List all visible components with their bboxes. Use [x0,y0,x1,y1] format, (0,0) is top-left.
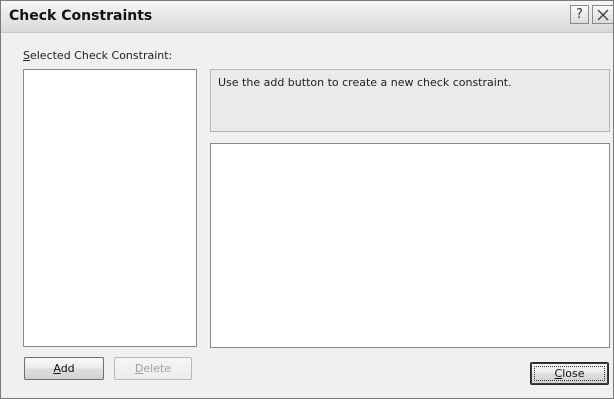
close-icon [597,9,609,21]
add-button[interactable]: Add [24,357,104,380]
label-text: elected Check Constraint: [29,49,173,62]
check-constraint-list[interactable] [23,69,197,347]
dialog-title: Check Constraints [9,8,153,24]
close-button[interactable]: Close [530,362,609,385]
help-button[interactable]: ? [570,5,589,24]
add-mnemonic: A [53,362,61,375]
check-constraints-dialog: Check Constraints ? Selected Check Const… [0,0,614,399]
title-bar[interactable]: Check Constraints ? [1,1,613,33]
constraint-description-text: Use the add button to create a new check… [218,76,512,89]
title-close-button[interactable] [592,5,613,24]
constraint-description-box: Use the add button to create a new check… [210,69,610,132]
delete-label: elete [143,362,172,375]
constraint-property-grid[interactable] [210,143,610,348]
close-label: lose [562,367,585,380]
label-mnemonic: S [23,49,30,62]
help-icon: ? [576,7,583,22]
delete-button[interactable]: Delete [114,357,192,380]
add-label: dd [60,362,75,375]
selected-check-constraint-label: Selected Check Constraint: [23,49,172,62]
